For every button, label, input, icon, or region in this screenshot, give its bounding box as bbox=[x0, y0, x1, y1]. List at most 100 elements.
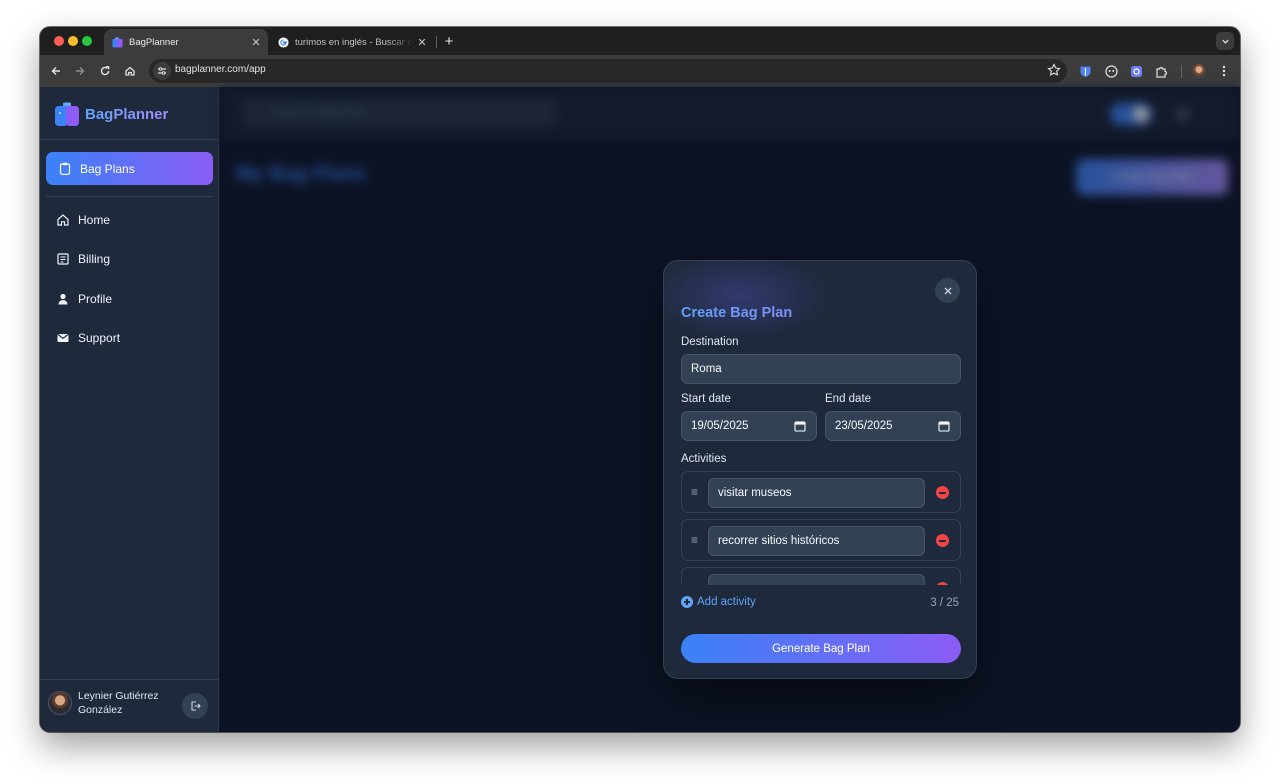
home-button[interactable] bbox=[121, 62, 139, 80]
brand-logo[interactable]: BagPlanner bbox=[54, 101, 168, 127]
browser-menu-icon[interactable] bbox=[1216, 63, 1232, 79]
sidebar-item-billing[interactable]: Billing bbox=[56, 249, 110, 269]
app-root: BagPlanner Bag Plans Home Billing Profil… bbox=[40, 87, 1240, 732]
plus-circle-icon bbox=[681, 596, 693, 608]
sidebar-item-support[interactable]: Support bbox=[56, 328, 120, 348]
destination-label: Destination bbox=[681, 336, 739, 348]
tune-icon bbox=[158, 67, 166, 75]
tab-title: turimos en inglés - Buscar con Google bbox=[295, 36, 414, 48]
sidebar-item-profile[interactable]: Profile bbox=[56, 289, 112, 309]
new-tab-button[interactable]: + bbox=[440, 31, 458, 51]
remove-activity-icon[interactable] bbox=[936, 582, 949, 585]
sidebar-item-label: Support bbox=[78, 331, 121, 345]
activity-input[interactable] bbox=[708, 574, 925, 585]
activity-input[interactable]: recorrer sitios históricos bbox=[708, 526, 925, 556]
minimize-window-button[interactable] bbox=[68, 36, 78, 46]
chevron-down-icon bbox=[1221, 39, 1229, 44]
logout-icon bbox=[191, 701, 201, 711]
arrow-right-icon bbox=[76, 67, 85, 75]
add-activity-label: Add activity bbox=[697, 596, 756, 608]
extensions-puzzle-icon[interactable] bbox=[1153, 63, 1169, 79]
activity-count: 3 / 25 bbox=[930, 597, 959, 609]
activity-input[interactable]: visitar museos bbox=[708, 478, 925, 508]
tab-search-button[interactable] bbox=[1216, 32, 1234, 50]
start-date-label: Start date bbox=[681, 393, 731, 405]
divider bbox=[46, 196, 213, 197]
extension-camera-icon[interactable] bbox=[1128, 63, 1144, 79]
address-bar[interactable]: bagplanner.com/app bbox=[149, 59, 1067, 83]
tab-title: BagPlanner bbox=[129, 36, 179, 48]
end-date-input[interactable]: 23/05/2025 bbox=[825, 411, 961, 441]
user-profile[interactable]: Leynier Gutiérrez González bbox=[48, 689, 174, 717]
remove-activity-icon[interactable] bbox=[936, 486, 949, 499]
home-icon bbox=[56, 213, 70, 227]
drag-handle-icon[interactable]: ≡ bbox=[691, 581, 700, 585]
reload-button[interactable] bbox=[96, 62, 114, 80]
extension-mask-icon[interactable] bbox=[1103, 63, 1119, 79]
home-icon bbox=[125, 66, 135, 76]
forward-button[interactable] bbox=[71, 62, 89, 80]
sidebar: BagPlanner Bag Plans Home Billing Profil… bbox=[40, 87, 219, 732]
sidebar-item-bag-plans[interactable]: Bag Plans bbox=[46, 152, 213, 185]
activities-list[interactable]: ≡ visitar museos ≡ recorrer sitios histó… bbox=[681, 471, 961, 585]
tab-separator bbox=[436, 36, 437, 48]
calendar-icon[interactable] bbox=[938, 420, 950, 432]
close-tab-icon[interactable]: ✕ bbox=[248, 34, 264, 50]
tab-bagplanner[interactable]: BagPlanner ✕ bbox=[104, 29, 268, 55]
end-date-label: End date bbox=[825, 393, 872, 405]
sidebar-item-label: Bag Plans bbox=[80, 161, 135, 176]
arrow-left-icon bbox=[51, 67, 60, 75]
user-name: Leynier Gutiérrez González bbox=[78, 690, 159, 716]
calendar-icon[interactable] bbox=[794, 420, 806, 432]
back-button[interactable] bbox=[47, 62, 65, 80]
drag-handle-icon[interactable]: ≡ bbox=[691, 485, 700, 499]
tab-google-search[interactable]: turimos en inglés - Buscar con Google ✕ bbox=[270, 29, 434, 55]
close-icon bbox=[944, 287, 951, 294]
brand-name: BagPlanner bbox=[85, 105, 169, 123]
sidebar-item-label: Billing bbox=[78, 252, 111, 266]
destination-input[interactable]: Roma bbox=[681, 354, 961, 384]
browser-toolbar: bagplanner.com/app bbox=[40, 55, 1240, 87]
url-text: bagplanner.com/app bbox=[175, 64, 266, 75]
activities-label: Activities bbox=[681, 453, 727, 465]
bagplanner-logo-icon bbox=[112, 36, 123, 48]
sidebar-item-home[interactable]: Home bbox=[56, 210, 110, 230]
activity-item: ≡ bbox=[681, 567, 961, 585]
google-icon bbox=[278, 36, 289, 48]
browser-window: BagPlanner ✕ turimos en inglés - Buscar … bbox=[40, 27, 1240, 732]
remove-activity-icon[interactable] bbox=[936, 534, 949, 547]
toolbar-separator bbox=[1181, 65, 1182, 78]
bookmark-star-icon[interactable] bbox=[1047, 63, 1061, 77]
avatar bbox=[48, 691, 72, 715]
close-window-button[interactable] bbox=[54, 36, 64, 46]
close-modal-button[interactable] bbox=[935, 278, 960, 303]
site-info-icon[interactable] bbox=[153, 62, 171, 80]
close-tab-icon[interactable]: ✕ bbox=[414, 34, 430, 50]
activity-item: ≡ visitar museos bbox=[681, 471, 961, 513]
sidebar-item-label: Profile bbox=[78, 292, 113, 306]
divider bbox=[40, 679, 219, 680]
divider bbox=[40, 139, 219, 140]
mail-icon bbox=[56, 331, 70, 345]
end-date-value: 23/05/2025 bbox=[835, 420, 893, 432]
sidebar-item-label: Home bbox=[78, 213, 111, 227]
receipt-icon bbox=[56, 252, 70, 266]
reload-icon bbox=[100, 66, 110, 76]
user-icon bbox=[56, 292, 70, 306]
create-bag-plan-modal: Create Bag Plan Destination Roma Start d… bbox=[663, 260, 977, 679]
zoom-window-button[interactable] bbox=[82, 36, 92, 46]
activity-item: ≡ recorrer sitios históricos bbox=[681, 519, 961, 561]
start-date-input[interactable]: 19/05/2025 bbox=[681, 411, 817, 441]
generate-bag-plan-button[interactable]: Generate Bag Plan bbox=[681, 634, 961, 663]
drag-handle-icon[interactable]: ≡ bbox=[691, 533, 700, 547]
bagplanner-logo-icon bbox=[55, 102, 79, 126]
profile-avatar[interactable] bbox=[1191, 63, 1207, 79]
modal-title: Create Bag Plan bbox=[681, 305, 793, 321]
clipboard-icon bbox=[58, 162, 72, 176]
add-activity-button[interactable]: Add activity bbox=[681, 596, 756, 608]
start-date-value: 19/05/2025 bbox=[691, 420, 749, 432]
main-content: Search for Bag Plans My Bag Plans Create… bbox=[220, 87, 1240, 732]
tab-bar: BagPlanner ✕ turimos en inglés - Buscar … bbox=[40, 27, 1240, 55]
bitwarden-extension-icon[interactable] bbox=[1077, 63, 1093, 79]
logout-button[interactable] bbox=[182, 693, 208, 719]
